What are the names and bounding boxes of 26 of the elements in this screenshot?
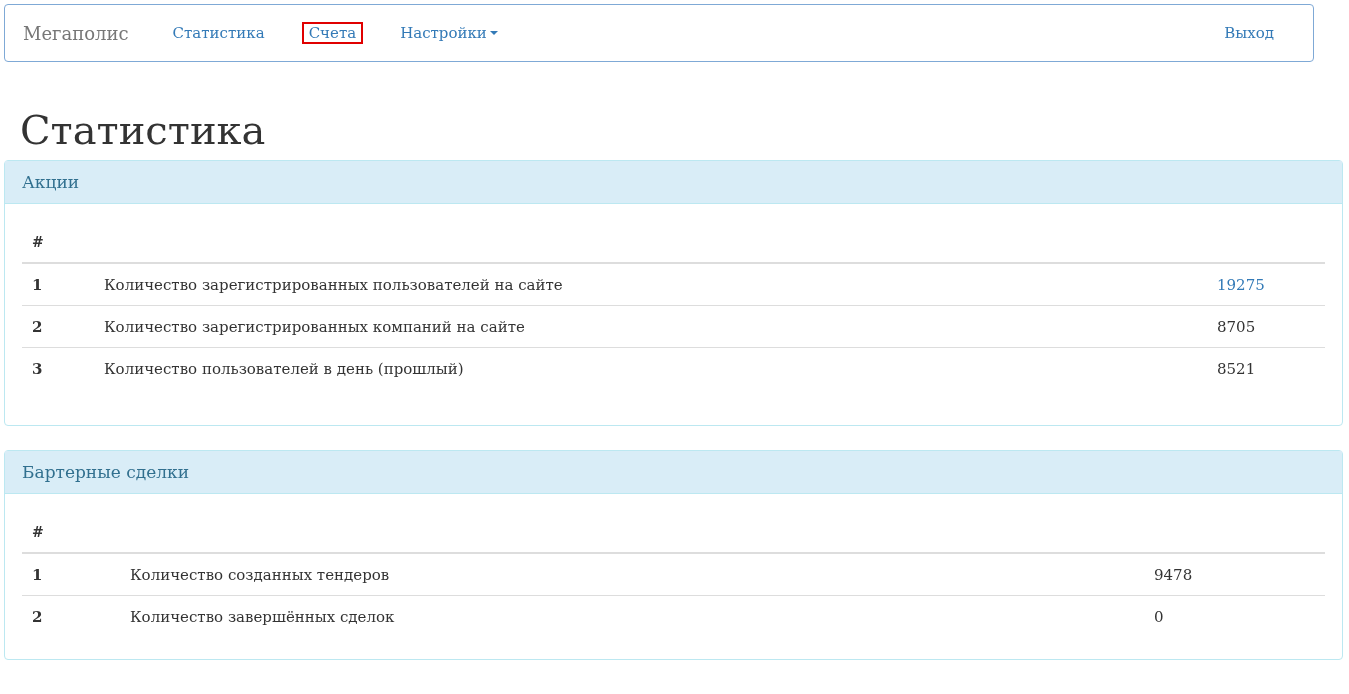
page-title: Статистика [20,108,267,152]
nav-link[interactable]: Счета [301,22,364,44]
table-cell: 9478 [1154,565,1193,584]
table-cell: 8521 [1217,359,1256,378]
table-cell: Количество завершённых сделок [120,595,1144,637]
column-header: # [22,512,120,553]
table-cell: 0 [1154,607,1164,626]
table-cell: Количество пользователей в день (прошлый) [94,347,1207,403]
nav-link[interactable]: Настройки [393,22,505,44]
row-number: 1 [22,263,94,306]
table-cell: 8705 [1217,317,1256,336]
value-link[interactable]: 19275 [1217,275,1265,294]
table-cell: Количество созданных тендеров [120,553,1144,596]
panel-heading: Акции [5,161,1342,204]
row-number: 1 [22,553,120,596]
logout-link[interactable]: Выход [1217,22,1281,44]
panel-heading: Бартерные сделки [5,451,1342,494]
nav-link[interactable]: Статистика [165,22,272,44]
table-cell: Количество зарегистрированных компаний на сайте [94,305,1207,348]
table-cell: Количество зарегистрированных пользователей на сайте [94,263,1207,306]
column-header: # [22,222,94,263]
row-number: 3 [22,347,94,403]
brand-link[interactable]: Мегаполис [23,22,129,44]
row-number: 2 [22,305,94,348]
caret-icon [489,31,498,35]
row-number: 2 [22,595,120,637]
